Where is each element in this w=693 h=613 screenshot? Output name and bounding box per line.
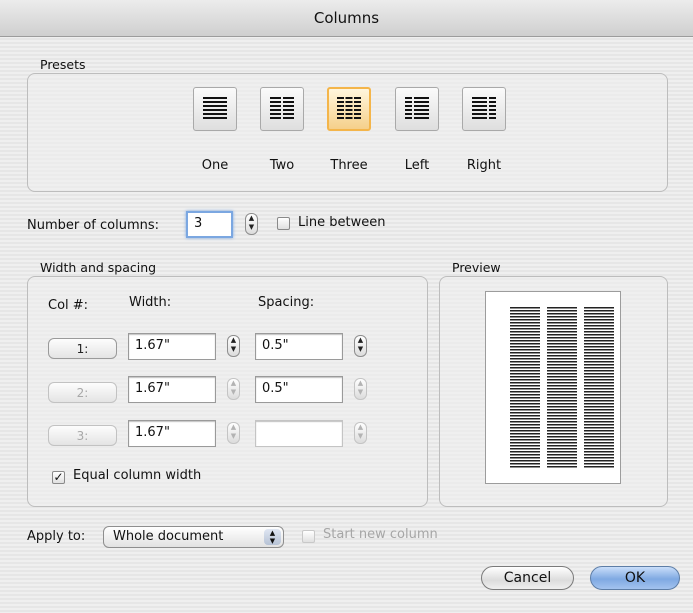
column-2-button[interactable]: 2: (48, 382, 117, 403)
col-number-header: Col #: (48, 298, 89, 313)
preset-right-button[interactable] (462, 87, 506, 131)
start-new-column-label: Start new column (323, 527, 438, 542)
preview-group (439, 276, 668, 507)
column-1-width-stepper[interactable]: ▲ ▼ (227, 335, 240, 357)
width-spacing-group-label: Width and spacing (40, 260, 157, 275)
popup-arrows-icon: ▲ ▼ (264, 529, 281, 545)
preset-three-label: Three (330, 158, 368, 173)
apply-to-popup[interactable]: Whole document ▲ ▼ (103, 526, 284, 548)
column-1-spacing-stepper[interactable]: ▲ ▼ (354, 335, 367, 357)
width-header: Width: (129, 295, 172, 310)
title-bar: Columns (0, 0, 693, 37)
three-columns-icon (337, 97, 361, 119)
checkmark-icon: ✓ (53, 470, 64, 484)
cancel-button[interactable]: Cancel (481, 566, 574, 590)
line-between-label: Line between (298, 215, 386, 230)
window-title: Columns (313, 9, 380, 27)
number-of-columns-label: Number of columns: (27, 218, 160, 233)
column-1-button[interactable]: 1: (48, 338, 117, 359)
presets-group: One Two Three Left Right (27, 73, 668, 192)
preview-column-2 (547, 306, 577, 469)
line-between-checkbox[interactable] (277, 217, 290, 230)
preview-column-3 (584, 306, 614, 469)
width-spacing-group: Col #: Width: Spacing: 1: 1.67" ▲ ▼ 0.5" … (27, 276, 428, 507)
column-3-spacing-stepper[interactable]: ▲ ▼ (354, 422, 367, 444)
preset-two-button[interactable] (260, 87, 304, 131)
preset-three-button[interactable] (327, 87, 371, 131)
left-columns-icon (405, 97, 429, 119)
preview-page (485, 291, 621, 484)
preset-two-label: Two (269, 158, 295, 173)
start-new-column-checkbox[interactable] (302, 530, 315, 543)
column-2-width-stepper[interactable]: ▲ ▼ (227, 378, 240, 400)
preset-one-button[interactable] (193, 87, 237, 131)
preview-group-label: Preview (452, 260, 501, 275)
presets-group-label: Presets (40, 57, 86, 72)
equal-column-width-label: Equal column width (73, 468, 202, 483)
column-3-width-stepper[interactable]: ▲ ▼ (227, 422, 240, 444)
spacing-header: Spacing: (258, 295, 315, 310)
apply-to-label: Apply to: (27, 529, 86, 544)
column-2-spacing-stepper[interactable]: ▲ ▼ (354, 378, 367, 400)
preview-column-1 (510, 306, 540, 469)
preset-right-label: Right (466, 158, 502, 173)
equal-column-width-checkbox[interactable]: ✓ (52, 471, 65, 484)
apply-to-value: Whole document (113, 529, 224, 544)
preset-left-label: Left (404, 158, 430, 173)
two-columns-icon (270, 97, 294, 119)
ok-button[interactable]: OK (590, 566, 680, 590)
one-column-icon (203, 97, 227, 119)
column-1-width-input[interactable]: 1.67" (128, 333, 216, 360)
column-2-width-input[interactable]: 1.67" (128, 376, 216, 403)
column-3-width-input[interactable]: 1.67" (128, 420, 216, 447)
preview-columns-graphic (510, 306, 614, 469)
number-of-columns-stepper[interactable]: ▲ ▼ (245, 213, 258, 235)
column-1-spacing-input[interactable]: 0.5" (255, 333, 343, 360)
column-3-spacing-input[interactable] (255, 420, 343, 447)
right-columns-icon (472, 97, 496, 119)
column-2-spacing-input[interactable]: 0.5" (255, 376, 343, 403)
number-of-columns-input[interactable]: 3 (186, 211, 233, 238)
preset-one-label: One (201, 158, 229, 173)
preset-left-button[interactable] (395, 87, 439, 131)
column-3-button[interactable]: 3: (48, 425, 117, 446)
